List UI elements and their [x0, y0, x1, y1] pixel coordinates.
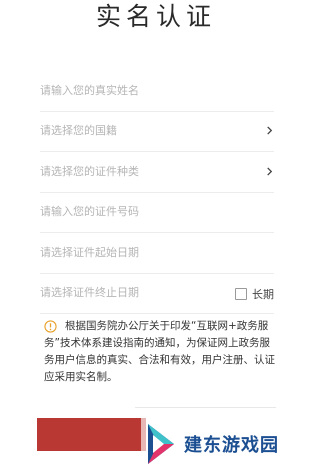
long-term-checkbox[interactable] [235, 288, 247, 301]
submit-button[interactable] [37, 418, 141, 451]
real-name-auth-page: 实名认证 请输入您的真实姓名 请选择您的国籍 请选择您的证件种类 请输入您的证件… [0, 0, 312, 469]
id-end-date-field[interactable]: 请选择证件终止日期 长期 [40, 274, 274, 314]
real-name-form: 请输入您的真实姓名 请选择您的国籍 请选择您的证件种类 请输入您的证件号码 请选… [40, 71, 274, 314]
page-title: 实名认证 [95, 2, 216, 31]
name-field-placeholder: 请输入您的真实姓名 [40, 83, 139, 97]
id-number-field[interactable]: 请输入您的证件号码 [40, 193, 274, 233]
id-end-date-placeholder: 请选择证件终止日期 [40, 286, 139, 300]
real-name-notice: 根据国务院办公厅关于印发“互联网+政务服务”技术体系建设指南的通知，为保证网上政… [44, 318, 276, 386]
id-number-field-placeholder: 请输入您的证件号码 [40, 205, 139, 219]
play-logo-icon [148, 424, 174, 464]
notice-text: 根据国务院办公厅关于印发“互联网+政务服务”技术体系建设指南的通知，为保证网上政… [44, 320, 275, 383]
chevron-right-icon [267, 167, 273, 176]
warning-icon [44, 320, 57, 333]
id-type-select[interactable]: 请选择您的证件种类 [40, 152, 274, 193]
name-field[interactable]: 请输入您的真实姓名 [40, 71, 274, 112]
nationality-select[interactable]: 请选择您的国籍 [40, 112, 274, 152]
id-type-select-placeholder: 请选择您的证件种类 [40, 164, 139, 178]
site-watermark: 建东游戏园 [146, 422, 279, 466]
id-start-date-placeholder: 请选择证件起始日期 [40, 245, 139, 259]
nationality-select-placeholder: 请选择您的国籍 [40, 124, 117, 138]
chevron-right-icon [267, 126, 273, 135]
divider [135, 407, 276, 408]
long-term-label: 长期 [252, 288, 274, 302]
long-term-toggle[interactable]: 长期 [235, 286, 274, 302]
watermark-text: 建东游戏园 [184, 435, 279, 456]
id-start-date-field[interactable]: 请选择证件起始日期 [40, 233, 274, 274]
